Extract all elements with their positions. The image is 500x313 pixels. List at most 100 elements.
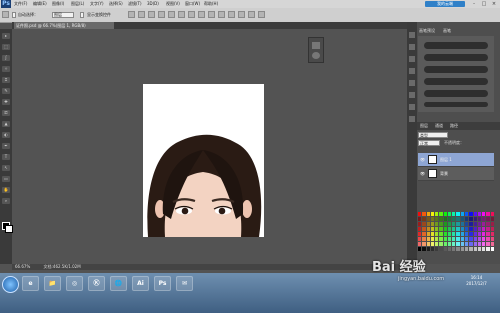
color-swatch[interactable] — [465, 227, 469, 231]
color-swatch[interactable] — [456, 232, 460, 236]
color-swatch[interactable] — [435, 217, 439, 221]
color-swatch[interactable] — [482, 217, 486, 221]
cloud-button[interactable]: 我的云端 — [425, 1, 465, 7]
color-swatch[interactable] — [443, 217, 447, 221]
color-swatch[interactable] — [443, 222, 447, 226]
brush-stroke-preview[interactable] — [424, 66, 488, 73]
color-swatch[interactable] — [482, 237, 486, 241]
start-button[interactable] — [2, 276, 19, 293]
menu-item[interactable]: 文字(Y) — [90, 1, 104, 7]
color-swatch[interactable] — [418, 212, 422, 216]
color-swatch[interactable] — [426, 242, 430, 246]
color-swatch[interactable] — [469, 212, 473, 216]
tool-icon[interactable]: ▸ — [2, 33, 10, 39]
menu-item[interactable]: 滤镜(T) — [128, 1, 142, 7]
color-swatch[interactable] — [490, 242, 494, 246]
taskbar-app-icon[interactable]: ✉ — [176, 276, 193, 291]
tool-icon[interactable]: ⌗ — [2, 77, 10, 83]
color-swatch[interactable] — [430, 242, 435, 246]
color-swatch[interactable] — [447, 222, 452, 226]
color-swatch[interactable] — [477, 212, 482, 216]
color-swatch[interactable] — [447, 212, 452, 216]
align-icon[interactable] — [258, 11, 265, 18]
color-swatch[interactable] — [490, 247, 494, 251]
color-swatch[interactable] — [482, 212, 486, 216]
color-swatch[interactable] — [426, 222, 430, 226]
color-swatch[interactable] — [430, 247, 435, 251]
menu-item[interactable]: 3D(D) — [147, 1, 159, 7]
color-swatch[interactable] — [418, 222, 422, 226]
color-swatch[interactable] — [486, 227, 490, 231]
align-icon[interactable] — [158, 11, 165, 18]
color-swatch[interactable] — [430, 232, 435, 236]
color-swatch[interactable] — [418, 217, 422, 221]
color-swatch[interactable] — [439, 247, 443, 251]
color-swatch[interactable] — [452, 232, 456, 236]
menu-item[interactable]: 窗口(W) — [185, 1, 200, 7]
color-swatch[interactable] — [460, 222, 465, 226]
tool-icon[interactable]: ✚ — [2, 99, 10, 105]
layer-kind-filter[interactable]: 类型 — [418, 132, 448, 138]
menu-item[interactable]: 图像(I) — [52, 1, 64, 7]
dock-panel-icon[interactable] — [409, 116, 415, 122]
color-swatch[interactable] — [443, 232, 447, 236]
color-swatch[interactable] — [465, 232, 469, 236]
color-swatch[interactable] — [443, 237, 447, 241]
visibility-eye-icon[interactable]: 👁 — [420, 171, 425, 176]
color-swatch[interactable] — [426, 212, 430, 216]
color-swatch[interactable] — [447, 227, 452, 231]
color-swatch[interactable] — [447, 242, 452, 246]
align-icon[interactable] — [228, 11, 235, 18]
maximize-button[interactable]: □ — [480, 1, 488, 7]
document-canvas[interactable] — [143, 84, 264, 237]
color-swatch[interactable] — [465, 222, 469, 226]
color-swatch[interactable] — [490, 232, 494, 236]
color-swatch[interactable] — [456, 237, 460, 241]
color-swatch[interactable] — [443, 242, 447, 246]
color-swatch[interactable] — [477, 237, 482, 241]
color-swatch[interactable] — [418, 237, 422, 241]
brush-presets-list[interactable] — [418, 36, 494, 112]
layer-row[interactable]: 👁 背景 — [418, 167, 494, 181]
color-swatch[interactable] — [443, 212, 447, 216]
color-swatch[interactable] — [469, 227, 473, 231]
tool-icon[interactable]: ⌕ — [2, 198, 10, 204]
align-icon[interactable] — [188, 11, 195, 18]
info-icon[interactable] — [312, 52, 320, 59]
align-icon[interactable] — [178, 11, 185, 18]
color-swatch[interactable] — [490, 237, 494, 241]
color-swatch[interactable] — [426, 237, 430, 241]
color-swatch[interactable] — [465, 212, 469, 216]
brush-stroke-preview[interactable] — [424, 42, 488, 49]
color-swatch[interactable] — [486, 232, 490, 236]
color-swatch[interactable] — [486, 217, 490, 221]
color-swatch[interactable] — [439, 227, 443, 231]
tab-channels[interactable]: 通道 — [435, 123, 443, 129]
color-swatch[interactable] — [422, 222, 426, 226]
tool-icon[interactable]: ◐ — [2, 132, 10, 138]
align-icon[interactable] — [218, 11, 225, 18]
color-swatch[interactable] — [486, 247, 490, 251]
color-swatch[interactable] — [477, 217, 482, 221]
color-swatch[interactable] — [469, 242, 473, 246]
color-swatch[interactable] — [473, 247, 477, 251]
color-swatch[interactable] — [460, 227, 465, 231]
align-icon[interactable] — [238, 11, 245, 18]
color-swatch[interactable] — [418, 242, 422, 246]
align-icon[interactable] — [208, 11, 215, 18]
color-swatch[interactable] — [456, 247, 460, 251]
color-swatch[interactable] — [443, 227, 447, 231]
color-swatch[interactable] — [486, 242, 490, 246]
color-swatch[interactable] — [422, 227, 426, 231]
tab-brush-presets[interactable]: 画笔预设 — [419, 28, 435, 34]
tab-paths[interactable]: 路径 — [450, 123, 458, 129]
tool-icon[interactable]: ▭ — [2, 176, 10, 182]
color-swatch[interactable] — [426, 232, 430, 236]
tool-icon[interactable]: ✋ — [2, 187, 10, 193]
dock-panel-icon[interactable] — [409, 80, 415, 86]
color-swatch[interactable] — [452, 247, 456, 251]
brush-stroke-preview[interactable] — [424, 90, 488, 97]
color-swatch[interactable] — [435, 222, 439, 226]
color-swatch[interactable] — [422, 212, 426, 216]
tool-icon[interactable]: T — [2, 154, 10, 160]
